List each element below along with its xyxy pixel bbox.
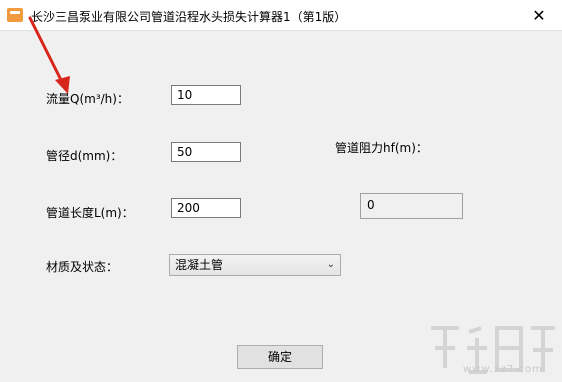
length-label: 管道长度L(m)： xyxy=(46,206,134,220)
close-button[interactable]: ✕ xyxy=(516,0,562,30)
resistance-output: 0 xyxy=(360,193,463,219)
material-label: 材质及状态： xyxy=(46,260,119,274)
diameter-label: 管径d(mm)： xyxy=(46,149,123,163)
annotation-arrow-icon xyxy=(28,16,70,94)
ok-button[interactable]: 确定 xyxy=(237,345,323,369)
material-select[interactable]: 混凝土管 ⌄ xyxy=(169,254,341,276)
chevron-down-icon: ⌄ xyxy=(326,259,335,270)
length-input[interactable]: 200 xyxy=(171,198,241,218)
resistance-label: 管道阻力hf(m)： xyxy=(335,141,428,155)
diameter-input[interactable]: 50 xyxy=(171,142,241,162)
flow-input[interactable]: 10 xyxy=(171,85,241,105)
material-selected-value: 混凝土管 xyxy=(175,258,224,272)
watermark-text: www.xz7.com xyxy=(463,364,543,375)
